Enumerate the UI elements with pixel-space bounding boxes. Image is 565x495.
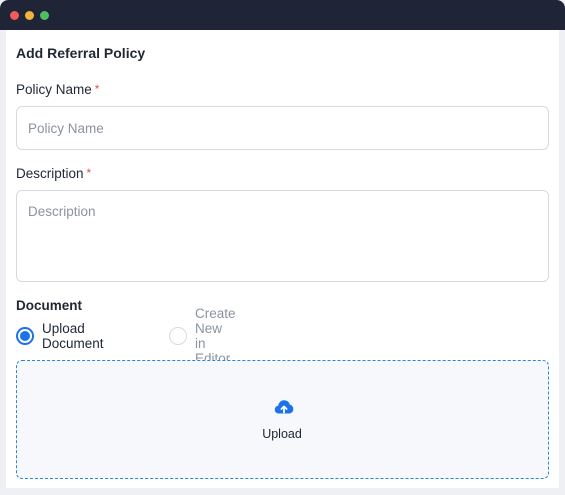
minimize-window-button[interactable] [25, 11, 34, 20]
document-label: Document [16, 298, 83, 313]
referral-policy-form: Add Referral Policy Policy Name* Descrip… [6, 30, 559, 488]
form-title: Add Referral Policy [16, 45, 146, 61]
radio-unchecked-icon [169, 327, 187, 345]
policy-name-label: Policy Name * [16, 82, 99, 97]
description-textarea[interactable] [16, 190, 549, 282]
upload-dropzone[interactable]: Upload [16, 360, 549, 479]
policy-name-input[interactable] [16, 106, 549, 150]
create-new-in-editor-radio-label: Create New in Editor [195, 306, 236, 366]
create-new-in-editor-radio[interactable]: Create New in Editor [169, 306, 236, 366]
description-label: Description * [16, 166, 91, 181]
maximize-window-button[interactable] [40, 11, 49, 20]
close-window-button[interactable] [10, 11, 19, 20]
upload-document-radio[interactable]: Upload Document [16, 321, 104, 351]
app-window: Add Referral Policy Policy Name* Descrip… [0, 0, 565, 495]
radio-checked-icon [16, 327, 34, 345]
description-label-text: Description [16, 166, 84, 181]
required-asterisk: * [94, 82, 100, 96]
required-asterisk: * [86, 166, 92, 180]
policy-name-label-text: Policy Name [16, 82, 92, 97]
window-titlebar [0, 0, 565, 30]
cloud-upload-icon [274, 400, 294, 414]
upload-document-radio-label: Upload Document [42, 321, 104, 351]
upload-label: Upload [262, 427, 302, 441]
